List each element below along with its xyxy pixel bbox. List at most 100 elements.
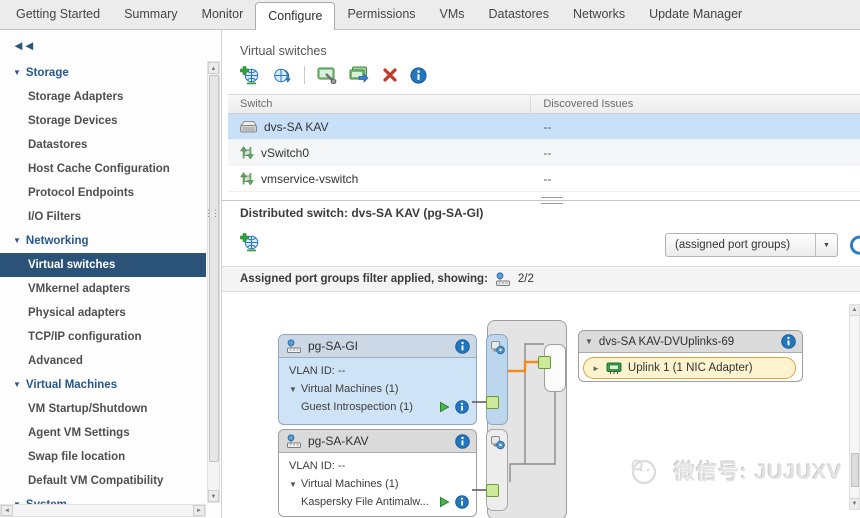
virtual-machines-group[interactable]: ▼ Virtual Machines (1) — [289, 380, 476, 398]
scroll-down-icon[interactable]: ▼ — [850, 498, 859, 509]
sidebar-item-protocol-endpoints[interactable]: Protocol Endpoints — [0, 181, 206, 205]
table-row[interactable]: dvs-SA KAV -- — [228, 114, 860, 140]
uplink-1-item[interactable]: ► Uplink 1 (1 NIC Adapter) — [583, 357, 796, 379]
dvuplinks-title: dvs-SA KAV-DVUplinks-69 — [598, 335, 735, 348]
uplink-label: Uplink 1 (1 NIC Adapter) — [627, 362, 753, 374]
sidebar-item-swap-file-location[interactable]: Swap file location — [0, 445, 206, 469]
dvuplinks-box[interactable]: ▼ dvs-SA KAV-DVUplinks-69 ► Uplink 1 (1 … — [578, 330, 803, 382]
switch-name: vmservice-vswitch — [261, 171, 359, 186]
column-header-discovered-issues[interactable]: Discovered Issues — [531, 95, 860, 113]
virtual-machines-group[interactable]: ▼ Virtual Machines (1) — [289, 475, 476, 493]
vlan-id-label: VLAN ID: -- — [289, 365, 346, 377]
caret-down-icon[interactable]: ▼ — [585, 337, 593, 346]
sidebar-resize-grip[interactable]: ⋮⋮ — [204, 209, 220, 218]
filter-count: 2/2 — [517, 273, 534, 285]
tab-permissions[interactable]: Permissions — [335, 0, 427, 29]
info-icon[interactable] — [455, 338, 470, 354]
tab-vms[interactable]: VMs — [428, 0, 477, 29]
vm-row-guest-introspection[interactable]: Guest Introspection (1) — [289, 398, 476, 416]
sidebar-item-storage[interactable]: ▼ Storage — [0, 61, 206, 85]
migrate-vm-networking-button[interactable] — [349, 66, 370, 84]
scroll-left-icon[interactable]: ◄ — [1, 505, 13, 516]
sidebar-vertical-scrollbar[interactable]: ▲ ▼ — [207, 61, 220, 503]
add-networking-icon — [240, 233, 259, 252]
scroll-up-icon[interactable]: ▲ — [850, 305, 859, 316]
sidebar-item-vm-startup-shutdown[interactable]: VM Startup/Shutdown — [0, 397, 206, 421]
sidebar-item-label: Networking — [25, 235, 89, 247]
tab-networks[interactable]: Networks — [561, 0, 637, 29]
sidebar-item-default-vm-compatibility[interactable]: Default VM Compatibility — [0, 469, 206, 493]
switch-name: vSwitch0 — [261, 145, 310, 160]
vm-powered-on-icon — [440, 496, 450, 508]
scroll-right-icon[interactable]: ► — [193, 505, 205, 516]
info-icon[interactable] — [455, 400, 469, 414]
portgroup-pg-sa-gi[interactable]: pg-SA-GI VLAN ID: -- ▼ Virtual Machines (… — [278, 334, 477, 425]
sidebar-item-vmkernel-adapters[interactable]: VMkernel adapters — [0, 277, 206, 301]
distributed-switch-title: Distributed switch: dvs-SA KAV (pg-SA-GI… — [240, 206, 484, 220]
vm-row-kaspersky[interactable]: Kaspersky File Antimalw... — [289, 493, 476, 511]
tab-datastores[interactable]: Datastores — [477, 0, 561, 29]
sidebar-item-agent-vm-settings[interactable]: Agent VM Settings — [0, 421, 206, 445]
dropdown-value: (assigned port groups) — [675, 239, 791, 251]
sidebar-item-networking[interactable]: ▼ Networking — [0, 229, 206, 253]
sidebar-item-io-filters[interactable]: I/O Filters — [0, 205, 206, 229]
caret-down-icon: ▼ — [289, 480, 297, 489]
kav-port-connector — [486, 484, 499, 497]
portgroup-name: pg-SA-GI — [308, 339, 359, 353]
tab-monitor[interactable]: Monitor — [190, 0, 256, 29]
table-header: Switch Discovered Issues — [228, 94, 860, 114]
table-row[interactable]: vmservice-vswitch -- — [228, 166, 860, 192]
sidebar-item-virtual-switches[interactable]: Virtual switches — [0, 253, 206, 277]
sidebar-item-host-cache[interactable]: Host Cache Configuration — [0, 157, 206, 181]
scroll-down-icon[interactable]: ▼ — [208, 490, 219, 502]
table-row[interactable]: vSwitch0 -- — [228, 140, 860, 166]
sidebar-item-virtual-machines[interactable]: ▼ Virtual Machines — [0, 373, 206, 397]
caret-right-icon[interactable]: ► — [592, 364, 600, 373]
pg-sa-kav-port-strip — [486, 429, 508, 511]
collapse-sidebar-icon[interactable]: ◄◄ — [12, 38, 36, 53]
caret-down-icon: ▼ — [13, 380, 21, 389]
info-icon[interactable] — [455, 495, 469, 509]
sidebar-item-storage-devices[interactable]: Storage Devices — [0, 109, 206, 133]
sidebar-item-datastores[interactable]: Datastores — [0, 133, 206, 157]
edit-settings-icon — [317, 67, 337, 84]
info-icon[interactable] — [781, 334, 796, 349]
chevron-down-icon[interactable]: ▼ — [815, 234, 837, 256]
watermark: 微信号: JUJUXV — [630, 456, 843, 486]
info-icon[interactable] — [455, 433, 470, 449]
diagram-scrollbar[interactable]: ▲ ▼ — [849, 304, 860, 510]
tab-configure[interactable]: Configure — [255, 2, 336, 30]
sidebar-item-advanced[interactable]: Advanced — [0, 349, 206, 373]
refresh-diagram-button[interactable] — [849, 235, 860, 260]
refresh-networking-button[interactable] — [272, 66, 292, 85]
portgroup-filter-dropdown[interactable]: (assigned port groups) ▼ — [665, 233, 838, 257]
switch-name: dvs-SA KAV — [264, 119, 329, 134]
switch-info-button[interactable] — [410, 66, 427, 84]
virtual-machines-label: Virtual Machines (1) — [300, 478, 399, 490]
sidebar-item-tcpip-configuration[interactable]: TCP/IP configuration — [0, 325, 206, 349]
tab-update-manager[interactable]: Update Manager — [637, 0, 754, 29]
tab-summary[interactable]: Summary — [112, 0, 189, 29]
ports-icon — [491, 341, 505, 355]
scrollbar-thumb[interactable] — [850, 453, 859, 487]
panel-splitter[interactable] — [222, 192, 860, 206]
scrollbar-thumb[interactable] — [208, 75, 219, 462]
switch-toolbar — [222, 62, 860, 88]
splitter-grip[interactable] — [541, 197, 563, 204]
tab-bar: Getting Started Summary Monitor Configur… — [0, 0, 860, 30]
portgroup-pg-sa-kav[interactable]: pg-SA-KAV VLAN ID: -- ▼ Virtual Machines … — [278, 429, 477, 517]
sidebar-horizontal-scrollbar[interactable]: ◄ ► — [0, 504, 206, 517]
edit-settings-button[interactable] — [317, 66, 337, 84]
uplink-port-connector — [538, 356, 551, 369]
sidebar-item-physical-adapters[interactable]: Physical adapters — [0, 301, 206, 325]
port-group-icon — [287, 433, 301, 448]
switch-issues: -- — [543, 145, 552, 160]
tab-getting-started[interactable]: Getting Started — [4, 0, 112, 29]
sidebar-item-storage-adapters[interactable]: Storage Adapters — [0, 85, 206, 109]
add-portgroup-button[interactable] — [240, 233, 260, 257]
scroll-up-icon[interactable]: ▲ — [208, 62, 219, 74]
column-header-switch[interactable]: Switch — [228, 95, 532, 113]
remove-switch-button[interactable] — [382, 67, 398, 83]
add-networking-button[interactable] — [240, 65, 260, 85]
ports-icon — [491, 436, 505, 450]
